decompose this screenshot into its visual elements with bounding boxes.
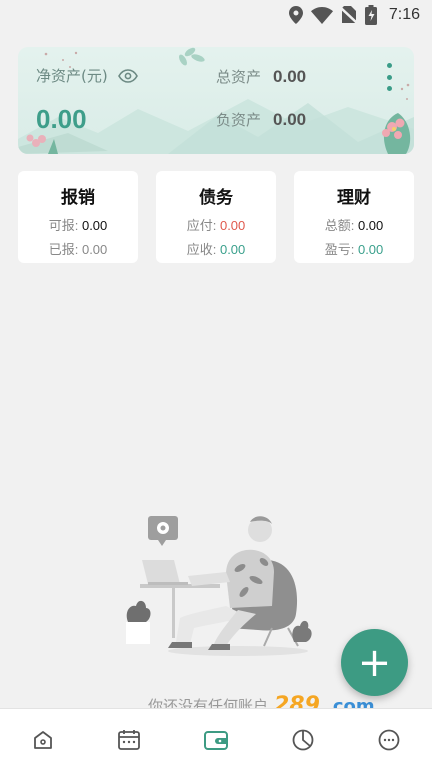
reimburse-title: 报销 (61, 188, 95, 208)
reimburse-card[interactable]: 报销 可报: 0.00 已报: 0.00 (18, 171, 138, 263)
reimburse-claimable-row: 可报: 0.00 (48, 218, 108, 233)
finance-card[interactable]: 理财 总额: 0.00 盈亏: 0.00 (294, 171, 414, 263)
finance-total-value: 0.00 (357, 218, 384, 233)
card-background-decoration-icon (18, 47, 414, 154)
debt-payable-row: 应付: 0.00 (186, 218, 246, 233)
total-assets-label: 总资产 (216, 68, 262, 86)
location-icon (288, 6, 303, 24)
reimburse-claimable-value: 0.00 (81, 218, 108, 233)
pie-chart-icon (292, 729, 314, 751)
reimburse-claimed-value: 0.00 (81, 242, 108, 257)
more-menu-icon[interactable] (384, 63, 394, 91)
nav-calendar[interactable] (116, 727, 142, 753)
wifi-icon (310, 6, 333, 24)
finance-total-row: 总额: 0.00 (324, 218, 384, 233)
debt-receivable-row: 应收: 0.00 (186, 242, 246, 257)
net-assets-label-group: 净资产(元) (36, 65, 138, 86)
debt-card[interactable]: 债务 应付: 0.00 应收: 0.00 (156, 171, 276, 263)
net-assets-value: 0.00 (36, 104, 87, 134)
smile-icon (378, 729, 400, 751)
finance-profit-value: 0.00 (357, 242, 384, 257)
eye-icon[interactable] (117, 68, 138, 83)
nav-home[interactable] (30, 727, 56, 753)
liabilities-label: 负资产 (216, 111, 262, 129)
status-time: 7:16 (388, 6, 420, 23)
calendar-icon (118, 730, 140, 750)
bottom-nav (0, 708, 432, 768)
total-assets-row: 总资产 0.00 (216, 66, 306, 87)
debt-receivable-value: 0.00 (219, 242, 246, 257)
nav-profile[interactable] (376, 727, 402, 753)
debt-payable-value: 0.00 (219, 218, 246, 233)
nav-stats[interactable] (290, 727, 316, 753)
no-sim-icon (340, 6, 357, 24)
empty-state-illustration-icon (126, 516, 312, 656)
status-icons: 7:16 (288, 5, 420, 25)
plus-icon: + (357, 639, 392, 686)
home-icon (34, 731, 52, 749)
add-account-button[interactable]: + (341, 629, 408, 696)
wallet-icon (204, 731, 228, 750)
status-bar: 7:16 (0, 0, 432, 30)
net-assets-label: 净资产(元) (36, 67, 108, 85)
battery-icon (364, 5, 377, 25)
reimburse-claimed-row: 已报: 0.00 (48, 242, 108, 257)
liabilities-value: 0.00 (273, 109, 307, 129)
finance-title: 理财 (337, 188, 371, 208)
liabilities-row: 负资产 0.00 (216, 109, 306, 130)
asset-summary-card[interactable]: 净资产(元) 0.00 总资产 0.00 负资产 0.00 (18, 47, 414, 154)
total-assets-value: 0.00 (273, 66, 307, 86)
nav-wallet[interactable] (203, 727, 229, 753)
debt-title: 债务 (199, 188, 233, 208)
finance-profit-row: 盈亏: 0.00 (324, 242, 384, 257)
